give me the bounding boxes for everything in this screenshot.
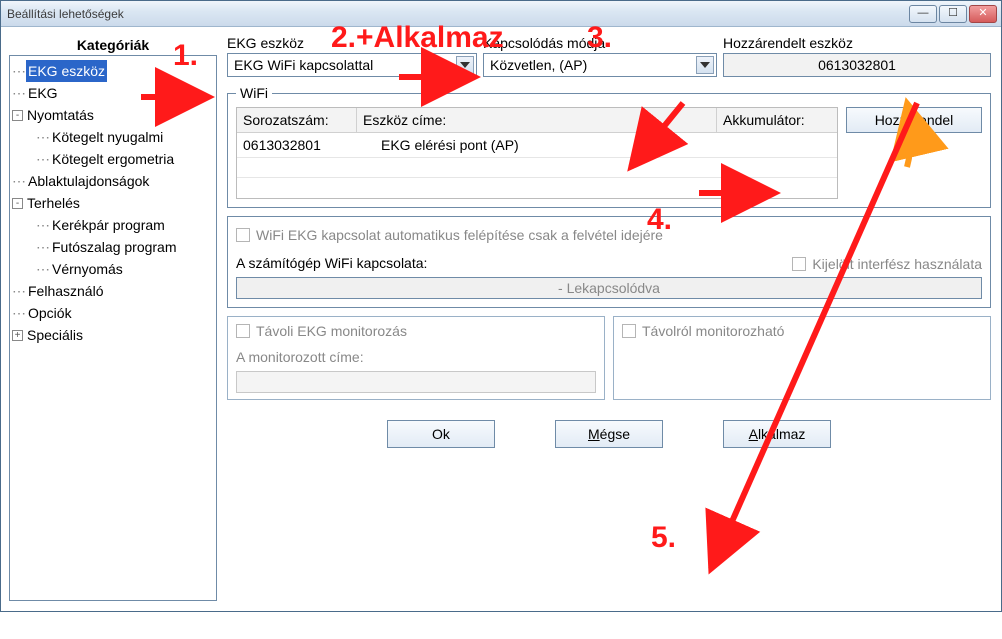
collapse-icon[interactable]: - (12, 198, 23, 209)
conn-label: Kapcsolódás módja (483, 35, 717, 51)
tree-item-options[interactable]: ⋯ Opciók (12, 302, 214, 324)
tree-item-bike[interactable]: ⋯ Kerékpár program (12, 214, 214, 236)
remote-monitor-checkbox[interactable]: Távoli EKG monitorozás (236, 323, 407, 339)
checkbox-icon (236, 324, 250, 338)
cell-addr: EKG elérési pont (AP) (357, 133, 717, 158)
conn-value: Közvetlen, (AP) (490, 57, 587, 73)
expand-icon[interactable]: + (12, 330, 23, 341)
col-serial: Sorozatszám: (237, 108, 357, 133)
checkbox-icon (792, 257, 806, 271)
device-combo[interactable]: EKG WiFi kapcsolattal (227, 53, 477, 77)
tree-item-ekg-device[interactable]: ⋯ EKG eszköz (12, 60, 214, 82)
pc-wifi-label: A számítógép WiFi kapcsolata: (236, 255, 427, 271)
main-panel: EKG eszköz EKG WiFi kapcsolattal Kapcsol… (227, 35, 991, 601)
tree-item-batch-rest[interactable]: ⋯ Kötegelt nyugalmi (12, 126, 214, 148)
assign-button[interactable]: Hozzárendel (846, 107, 982, 133)
cell-batt (717, 133, 837, 158)
titlebar: Beállítási lehetőségek — ☐ ✕ (1, 1, 1001, 27)
minimize-button[interactable]: — (909, 5, 937, 23)
conn-field: Kapcsolódás módja Közvetlen, (AP) (483, 35, 717, 77)
category-tree[interactable]: ⋯ EKG eszköz ⋯ EKG - Nyomtatás ⋯ Kötegel… (9, 55, 217, 601)
wifi-table-header: Sorozatszám: Eszköz címe: Akkumulátor: (237, 108, 837, 133)
assigned-label: Hozzárendelt eszköz (723, 35, 991, 51)
ok-button[interactable]: Ok (387, 420, 495, 448)
tree-item-ekg[interactable]: ⋯ EKG (12, 82, 214, 104)
col-addr: Eszköz címe: (357, 108, 717, 133)
settings-window: Beállítási lehetőségek — ☐ ✕ Kategóriák … (0, 0, 1002, 612)
tree-item-bloodpressure[interactable]: ⋯ Vérnyomás (12, 258, 214, 280)
wifi-table[interactable]: Sorozatszám: Eszköz címe: Akkumulátor: 0… (236, 107, 838, 199)
auto-connect-checkbox[interactable]: WiFi EKG kapcsolat automatikus felépítés… (236, 227, 663, 243)
device-value: EKG WiFi kapcsolattal (234, 57, 373, 73)
device-label: EKG eszköz (227, 35, 477, 51)
selected-iface-checkbox[interactable]: Kijelölt interfész használata (792, 256, 982, 272)
wifi-row-empty (237, 158, 837, 178)
maximize-button[interactable]: ☐ (939, 5, 967, 23)
checkbox-icon (236, 228, 250, 242)
monitored-addr-label: A monitorozott címe: (236, 349, 596, 365)
monitored-addr-input[interactable] (236, 371, 596, 393)
remote-monitorable-group: Távolról monitorozható (613, 316, 991, 400)
tree-item-windowprops[interactable]: ⋯ Ablaktulajdonságok (12, 170, 214, 192)
tree-item-special[interactable]: + Speciális (12, 324, 214, 346)
tree-item-treadmill[interactable]: ⋯ Futószalag program (12, 236, 214, 258)
chevron-down-icon[interactable] (456, 56, 474, 74)
dialog-footer: Ok Mégse Alkalmaz (227, 420, 991, 448)
wifi-row[interactable]: 0613032801 EKG elérési pont (AP) (237, 133, 837, 158)
wifi-status: - Lekapcsolódva (236, 277, 982, 299)
tree-item-load[interactable]: - Terhelés (12, 192, 214, 214)
checkbox-icon (622, 324, 636, 338)
monitor-row: Távoli EKG monitorozás A monitorozott cí… (227, 316, 991, 400)
sidebar-heading: Kategóriák (9, 35, 217, 55)
assigned-field: Hozzárendelt eszköz 0613032801 (723, 35, 991, 77)
tree-item-user[interactable]: ⋯ Felhasználó (12, 280, 214, 302)
sidebar: Kategóriák ⋯ EKG eszköz ⋯ EKG - Nyomtatá… (9, 35, 217, 601)
remote-monitorable-checkbox[interactable]: Távolról monitorozható (622, 323, 784, 339)
content-area: Kategóriák ⋯ EKG eszköz ⋯ EKG - Nyomtatá… (1, 27, 1001, 611)
close-button[interactable]: ✕ (969, 5, 997, 23)
cell-serial: 0613032801 (237, 133, 357, 158)
wifi-group: WiFi Sorozatszám: Eszköz címe: Akkumulát… (227, 85, 991, 208)
collapse-icon[interactable]: - (12, 110, 23, 121)
assigned-value: 0613032801 (818, 57, 896, 73)
wifi-legend: WiFi (236, 85, 272, 101)
chevron-down-icon[interactable] (696, 56, 714, 74)
conn-options-group: WiFi EKG kapcsolat automatikus felépítés… (227, 216, 991, 308)
window-title: Beállítási lehetőségek (7, 7, 909, 21)
apply-button[interactable]: Alkalmaz (723, 420, 831, 448)
assigned-value-box: 0613032801 (723, 53, 991, 77)
remote-monitor-group: Távoli EKG monitorozás A monitorozott cí… (227, 316, 605, 400)
top-row: EKG eszköz EKG WiFi kapcsolattal Kapcsol… (227, 35, 991, 77)
tree-item-print[interactable]: - Nyomtatás (12, 104, 214, 126)
device-field: EKG eszköz EKG WiFi kapcsolattal (227, 35, 477, 77)
col-batt: Akkumulátor: (717, 108, 837, 133)
conn-combo[interactable]: Közvetlen, (AP) (483, 53, 717, 77)
cancel-button[interactable]: Mégse (555, 420, 663, 448)
tree-item-batch-ergo[interactable]: ⋯ Kötegelt ergometria (12, 148, 214, 170)
wifi-row-empty (237, 178, 837, 198)
window-buttons: — ☐ ✕ (909, 5, 997, 23)
